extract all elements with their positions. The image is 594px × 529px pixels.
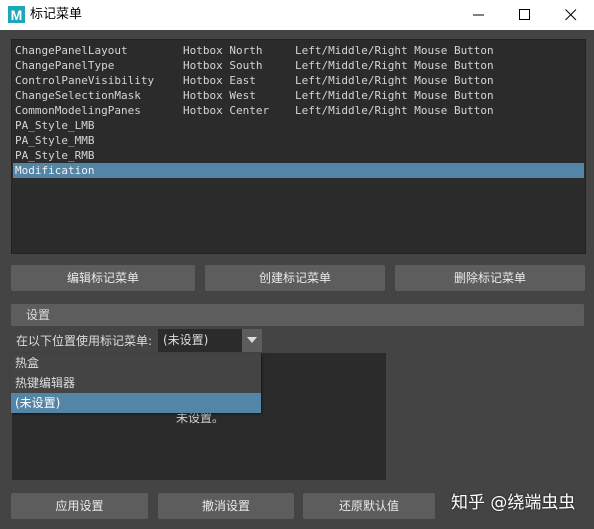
- chevron-down-icon: [247, 337, 257, 343]
- maximize-icon: [519, 9, 530, 20]
- option-label: 热键编辑器: [15, 376, 76, 390]
- undo-settings-button[interactable]: 撤消设置: [158, 493, 294, 519]
- settings-header-label: 设置: [26, 308, 51, 322]
- edit-marking-menu-button[interactable]: 编辑标记菜单: [11, 265, 195, 291]
- combo-arrow-button[interactable]: [242, 329, 262, 352]
- settings-frame-header[interactable]: 设置: [11, 304, 584, 326]
- dropdown-option-not-set[interactable]: (未设置): [11, 393, 261, 413]
- create-marking-menu-button[interactable]: 创建标记菜单: [205, 265, 385, 291]
- hotbox-location: Hotbox Center: [183, 104, 270, 117]
- option-label: 热盒: [15, 356, 40, 370]
- mouse-button: Left/Middle/Right Mouse Button: [295, 59, 494, 72]
- menu-name: CommonModelingPanes: [15, 104, 141, 117]
- list-item[interactable]: ChangePanelType Hotbox South Left/Middle…: [13, 58, 584, 73]
- use-in-combo[interactable]: (未设置): [158, 329, 262, 352]
- apply-settings-button[interactable]: 应用设置: [11, 493, 148, 519]
- menu-name: ChangeSelectionMask: [15, 89, 141, 102]
- mouse-button: Left/Middle/Right Mouse Button: [295, 74, 494, 87]
- menu-name: PA_Style_LMB: [15, 119, 95, 132]
- list-item[interactable]: PA_Style_RMB: [13, 148, 584, 163]
- close-icon: [565, 9, 577, 21]
- use-in-label: 在以下位置使用标记菜单:: [16, 334, 153, 348]
- mouse-button: Left/Middle/Right Mouse Button: [295, 44, 494, 57]
- menu-name: ChangePanelLayout: [15, 44, 128, 57]
- list-item-selected[interactable]: Modification: [13, 163, 584, 178]
- minimize-button[interactable]: [456, 0, 502, 30]
- mouse-button: Left/Middle/Right Mouse Button: [295, 89, 494, 102]
- list-item[interactable]: ChangeSelectionMask Hotbox West Left/Mid…: [13, 88, 584, 103]
- option-label: (未设置): [15, 396, 61, 410]
- list-item[interactable]: PA_Style_LMB: [13, 118, 584, 133]
- menu-name: PA_Style_RMB: [15, 149, 95, 162]
- menu-name: ControlPaneVisibility: [15, 74, 155, 87]
- menu-name: ChangePanelType: [15, 59, 115, 72]
- close-button[interactable]: [548, 0, 594, 30]
- mouse-button: Left/Middle/Right Mouse Button: [295, 104, 494, 117]
- svg-text:M: M: [11, 7, 23, 23]
- title-bar: M 标记菜单: [0, 0, 594, 30]
- maximize-button[interactable]: [502, 0, 548, 30]
- hotbox-location: Hotbox West: [183, 89, 256, 102]
- restore-defaults-button[interactable]: 还原默认值: [303, 493, 435, 519]
- use-in-dropdown[interactable]: 热盒 热键编辑器 (未设置): [11, 353, 261, 413]
- delete-marking-menu-button[interactable]: 删除标记菜单: [395, 265, 585, 291]
- menu-name: Modification: [15, 164, 95, 177]
- minimize-icon: [473, 14, 484, 16]
- list-item[interactable]: CommonModelingPanes Hotbox Center Left/M…: [13, 103, 584, 118]
- maya-app-icon: M: [8, 6, 25, 23]
- menu-name: PA_Style_MMB: [15, 134, 95, 147]
- hotbox-location: Hotbox North: [183, 44, 263, 57]
- combo-value: (未设置): [163, 333, 209, 347]
- dropdown-option-hotbox[interactable]: 热盒: [11, 353, 261, 373]
- marking-menu-list[interactable]: ChangePanelLayout Hotbox North Left/Midd…: [11, 39, 586, 254]
- watermark-text: 知乎 @绕端虫虫: [451, 493, 576, 513]
- hotbox-location: Hotbox East: [183, 74, 256, 87]
- dropdown-option-hotkey-editor[interactable]: 热键编辑器: [11, 373, 261, 393]
- list-item[interactable]: PA_Style_MMB: [13, 133, 584, 148]
- window-title: 标记菜单: [30, 7, 83, 22]
- hotbox-location: Hotbox South: [183, 59, 263, 72]
- list-item[interactable]: ControlPaneVisibility Hotbox East Left/M…: [13, 73, 584, 88]
- list-item[interactable]: ChangePanelLayout Hotbox North Left/Midd…: [13, 43, 584, 58]
